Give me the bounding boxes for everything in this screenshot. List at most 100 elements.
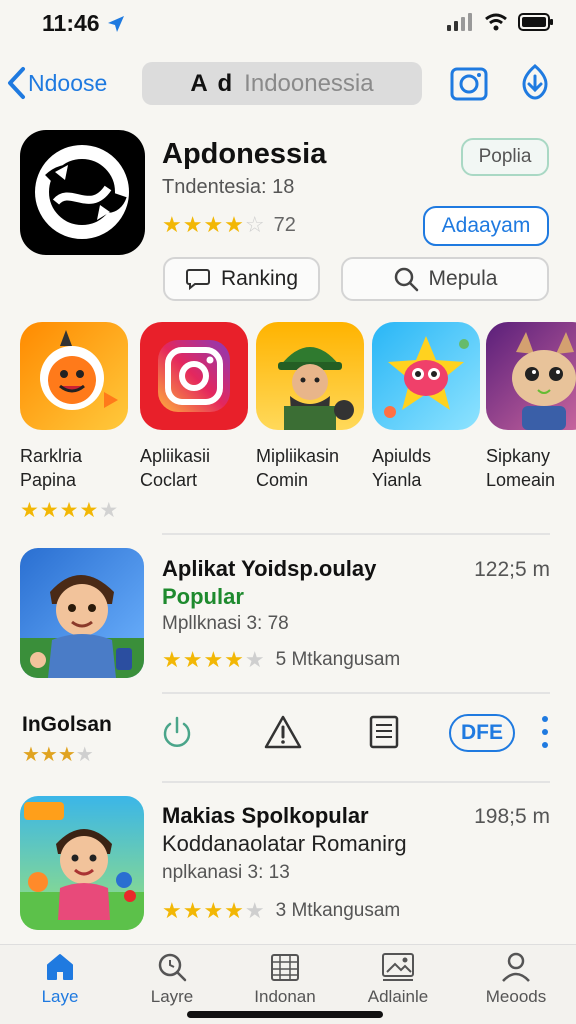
list-item-thumbnail[interactable] (20, 548, 144, 678)
tab-home[interactable]: Laye (10, 951, 110, 1007)
dfe-button[interactable]: DFE (449, 714, 515, 752)
status-bar: 11:46 (0, 0, 576, 46)
ranking-label: Ranking (220, 267, 299, 290)
chevron-left-icon (8, 67, 25, 99)
carousel-name-line1: Mipliikasin (256, 446, 340, 466)
kid-character-icon (20, 802, 144, 930)
popular-button[interactable]: Poplia (461, 138, 549, 176)
tab-label: Indonan (254, 987, 316, 1006)
search-label: Mepula (428, 267, 498, 290)
share-icon (522, 64, 548, 100)
search-button[interactable]: Mepula (341, 257, 549, 301)
tab-label: Adlainle (367, 987, 429, 1006)
carousel-app-name: Sipkany Lomeain (486, 444, 576, 492)
camera-icon (450, 67, 488, 101)
image-icon (382, 953, 414, 981)
list-item-reviews: 3 Mtkangusam (275, 900, 401, 921)
carousel-name-line2: Coclart (140, 470, 198, 490)
carousel-name-line1: Sipkany (486, 446, 551, 466)
carousel-item[interactable]: Apliikasii Coclart (140, 322, 252, 492)
person-icon (502, 952, 530, 982)
carousel-app-name: Apiulds Yianla (372, 444, 484, 492)
ranking-button[interactable]: Ranking (163, 257, 320, 301)
camera-button[interactable] (450, 66, 488, 102)
cat-character-icon (512, 332, 576, 430)
carousel-name-line1: Rarklria (20, 446, 83, 466)
carousel-item[interactable]: Mipliikasin Comin (256, 322, 368, 492)
list-item-meta: nplkanasi 3: 13 (162, 862, 290, 883)
carousel-name-line1: Apliikasii (140, 446, 211, 466)
search-field[interactable]: A d Indoonessia (142, 62, 422, 105)
soldier-character-icon (278, 347, 354, 430)
list-item-rating: ★★★★★ 3 Mtkangusam (162, 898, 400, 924)
carousel-name-line2: Comin (256, 470, 309, 490)
carousel-app-name: Rarklria Papina (20, 444, 132, 492)
report-button[interactable] (261, 710, 305, 754)
carousel-item[interactable]: Sipkany Lomeain (486, 322, 576, 492)
app-logo-icon (35, 145, 129, 239)
signal-icon (447, 13, 472, 31)
list-item-subtitle: Koddanaolatar Romanirg (162, 831, 407, 856)
more-button[interactable] (536, 712, 554, 752)
status-time: 11:46 (42, 10, 126, 37)
camera-app-icon (158, 340, 230, 412)
list-item-thumbnail[interactable] (20, 796, 144, 930)
boy-character-icon (20, 575, 144, 678)
carousel-name-line2: Yianla (372, 470, 422, 490)
carousel-app-icon (20, 322, 128, 430)
home-icon (47, 954, 73, 980)
rating-stars: ★★★★★ (162, 647, 266, 672)
more-dot-icon (542, 716, 548, 722)
tab-image[interactable]: Adlainle (348, 951, 448, 1007)
carousel-item[interactable]: Apiulds Yianla (372, 322, 484, 492)
list-item-size: 122;5 m (474, 558, 550, 581)
more-dot-icon (542, 742, 548, 748)
status-time-text: 11:46 (42, 10, 100, 36)
warning-icon (264, 715, 302, 749)
search-icon (394, 267, 418, 292)
app-rating: ★★★★☆ 72 (162, 212, 296, 238)
list-item-meta: Mpllknasi 3: 78 (162, 613, 289, 634)
tab-label: Laye (41, 987, 79, 1006)
list-item-title[interactable]: Makias Spolkopular (162, 803, 369, 829)
calendar-icon (271, 954, 299, 981)
tab-profile[interactable]: Meoods (466, 951, 566, 1007)
ad-label: A d (190, 69, 235, 97)
list-item-reviews: 5 Mtkangusam (275, 649, 401, 670)
rating-stars: ★★★★★ (162, 898, 266, 923)
more-dot-icon (542, 729, 548, 735)
popular-badge: Popular (162, 584, 244, 609)
carousel-app-icon (256, 322, 364, 430)
tab-calendar[interactable]: Indonan (235, 951, 335, 1007)
power-icon (163, 716, 191, 747)
list-item-rating: ★★★★★ 5 Mtkangusam (162, 647, 400, 673)
carousel-app-name: Mipliikasin Comin (256, 444, 368, 492)
back-button[interactable]: Ndoose (6, 66, 107, 100)
action-row-title: InGolsan (22, 713, 112, 736)
power-button[interactable] (155, 710, 199, 754)
rating-count: 72 (273, 213, 296, 236)
action-row-stars: ★★★★ (22, 744, 94, 766)
back-label: Ndoose (28, 69, 108, 96)
tab-label: Layre (150, 987, 194, 1006)
nav-bar: Ndoose A d Indoonessia (0, 58, 576, 110)
get-button[interactable]: Adaayam (423, 206, 549, 246)
carousel-app-icon (486, 322, 576, 430)
divider (162, 692, 550, 694)
document-button[interactable] (362, 710, 406, 754)
app-icon[interactable] (20, 130, 145, 255)
share-button[interactable] (514, 62, 556, 104)
status-icons (446, 13, 554, 31)
search-text: Indoonessia (244, 69, 374, 97)
list-item-title[interactable]: Aplikat Yoidsp.oulay (162, 556, 376, 582)
carousel-app-icon (140, 322, 248, 430)
monster-character-icon (384, 336, 469, 418)
orange-character-icon (40, 330, 118, 410)
carousel-item[interactable]: Rarklria Papina ★★★★★ (20, 322, 132, 523)
battery-icon (518, 13, 553, 31)
carousel-app-name: Apliikasii Coclart (140, 444, 252, 492)
tab-search[interactable]: Layre (122, 951, 222, 1007)
carousel-app-icon (372, 322, 480, 430)
divider (162, 533, 550, 535)
home-indicator[interactable] (187, 1011, 383, 1018)
